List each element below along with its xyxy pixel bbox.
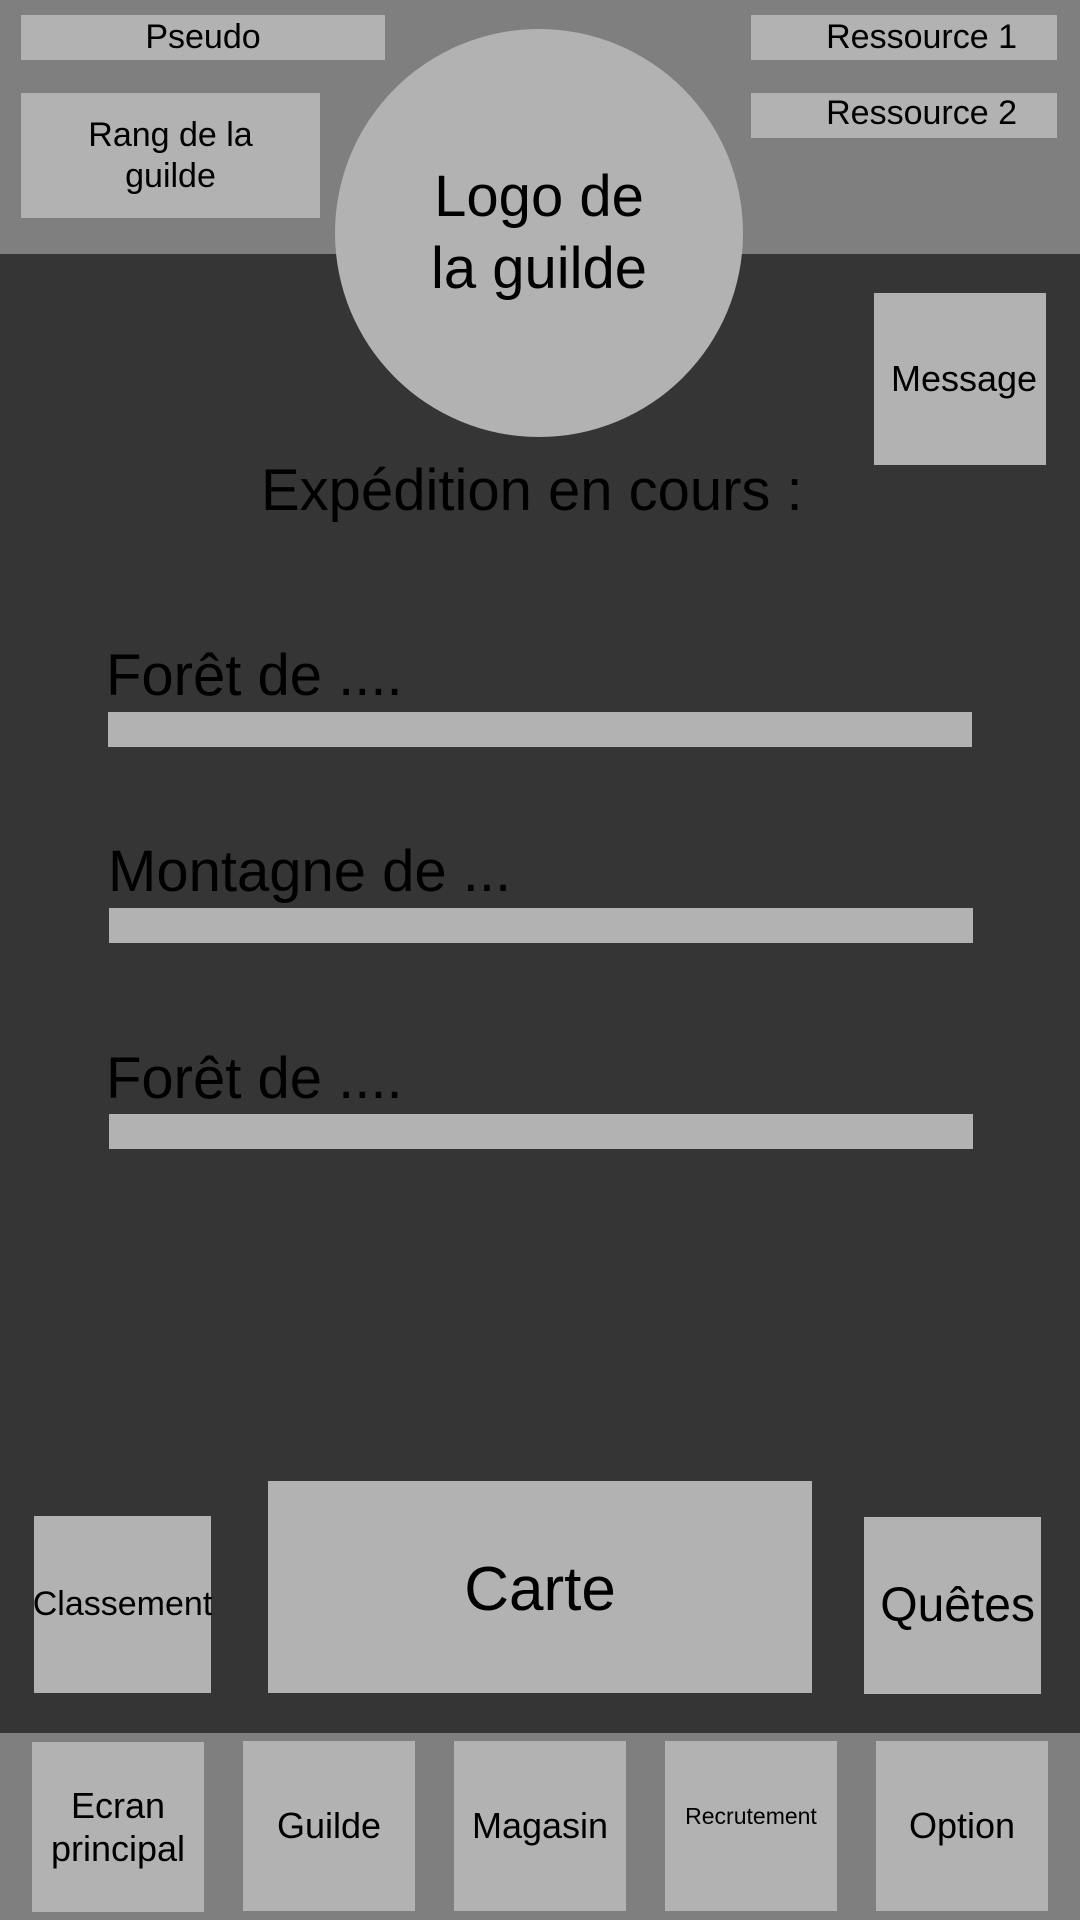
map-label: Carte xyxy=(464,1555,616,1624)
guild-rank-field: Rang de la guilde xyxy=(21,93,320,218)
expedition-progress-bar xyxy=(108,712,972,747)
expedition-progress-bar xyxy=(109,908,973,943)
nav-guild[interactable]: Guilde xyxy=(243,1741,415,1911)
expedition-name: Forêt de .... xyxy=(106,1046,403,1111)
guild-rank-label: Rang de la guilde xyxy=(88,115,253,195)
nav-guild-label: Guilde xyxy=(276,1805,382,1847)
expedition-title: Expédition en cours : xyxy=(261,458,803,523)
resource-1-label: Ressource 1 xyxy=(826,18,1017,57)
nav-main-screen[interactable]: Ecran principal xyxy=(32,1742,204,1912)
ranking-button[interactable]: Classement xyxy=(32,1516,213,1693)
resource-2-field: Ressource 2 xyxy=(751,93,1057,138)
resource-1-field: Ressource 1 xyxy=(751,15,1057,60)
nav-options-label: Option xyxy=(908,1805,1016,1847)
expedition-progress-fill xyxy=(109,1114,973,1149)
expedition-name: Montagne de ... xyxy=(108,839,512,904)
nav-shop[interactable]: Magasin xyxy=(454,1741,626,1911)
expedition-progress-fill xyxy=(108,712,972,747)
pseudo-label: Pseudo xyxy=(145,18,261,57)
nav-recruitment[interactable]: Recrutement xyxy=(665,1741,837,1911)
ranking-label: Classement xyxy=(32,1585,213,1624)
nav-recruitment-label: Recrutement xyxy=(685,1803,817,1829)
expedition-progress-fill xyxy=(109,908,973,943)
expedition-name: Forêt de .... xyxy=(106,643,403,708)
message-button[interactable]: Message xyxy=(874,293,1046,465)
guild-logo-label: Logo de la guilde xyxy=(430,164,648,301)
pseudo-field: Pseudo xyxy=(21,15,385,60)
guild-logo[interactable]: Logo de la guilde xyxy=(335,29,743,437)
nav-shop-label: Magasin xyxy=(471,1805,609,1847)
map-button[interactable]: Carte xyxy=(268,1481,812,1693)
message-label: Message xyxy=(891,358,1038,400)
quests-label: Quêtes xyxy=(880,1578,1035,1632)
nav-main-screen-label: Ecran principal xyxy=(50,1784,186,1869)
expedition-progress-bar xyxy=(109,1114,973,1149)
resource-2-label: Ressource 2 xyxy=(826,94,1017,132)
quests-button[interactable]: Quêtes xyxy=(864,1517,1041,1694)
nav-options[interactable]: Option xyxy=(876,1741,1048,1911)
